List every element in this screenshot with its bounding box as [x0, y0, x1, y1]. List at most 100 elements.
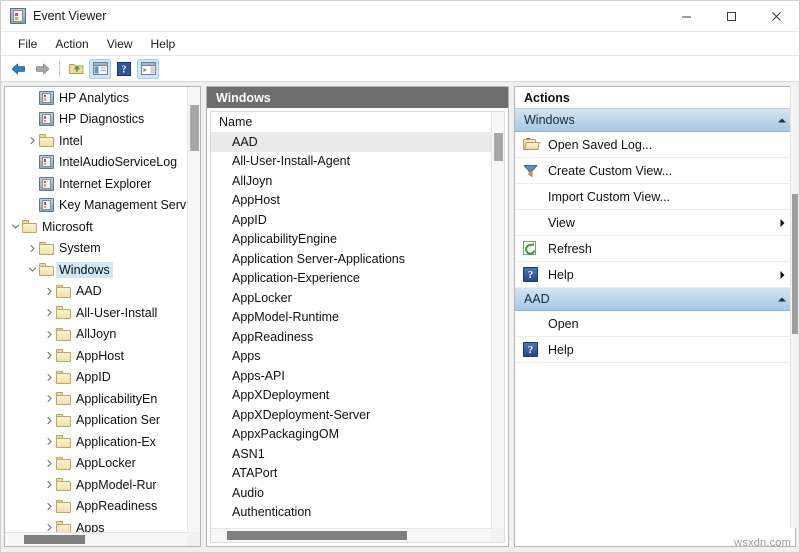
chevron-right-icon[interactable]: [43, 459, 56, 468]
list-item[interactable]: AppxPackagingOM: [211, 425, 491, 445]
list-item[interactable]: AppXDeployment: [211, 386, 491, 406]
list-item[interactable]: Authentication: [211, 503, 491, 523]
tree-item-appid[interactable]: AppID: [5, 367, 187, 389]
tree-item-appmodel-rur[interactable]: AppModel-Rur: [5, 474, 187, 496]
tree-vertical-scrollbar[interactable]: [187, 87, 200, 532]
menu-action[interactable]: Action: [46, 35, 97, 53]
maximize-button[interactable]: [709, 1, 754, 31]
tree-item-apps[interactable]: Apps: [5, 517, 187, 532]
help-icon[interactable]: ?: [113, 59, 135, 79]
close-button[interactable]: [754, 1, 799, 31]
tree-item-internet-explorer[interactable]: Internet Explorer: [5, 173, 187, 195]
menu-help[interactable]: Help: [142, 35, 185, 53]
tree-item-application-ser[interactable]: Application Ser: [5, 410, 187, 432]
tree-item-icon: [39, 263, 56, 276]
tree-item-windows[interactable]: Windows: [5, 259, 187, 281]
tree-item-hp-diagnostics[interactable]: HP Diagnostics: [5, 109, 187, 131]
menu-view[interactable]: View: [98, 35, 142, 53]
tree-item-applicabilityen[interactable]: ApplicabilityEn: [5, 388, 187, 410]
chevron-right-icon[interactable]: [43, 416, 56, 425]
tree-item-label: AppModel-Rur: [73, 477, 160, 493]
help-icon: ?: [523, 267, 538, 282]
list-vertical-scrollbar[interactable]: [491, 112, 504, 528]
list-item-label: Application Server-Applications: [232, 252, 405, 266]
action-item-open[interactable]: Open: [515, 311, 795, 337]
tree-item-microsoft[interactable]: Microsoft: [5, 216, 187, 238]
folder-icon: [39, 242, 55, 255]
folder-icon: [56, 435, 72, 448]
tree-item-aad[interactable]: AAD: [5, 281, 187, 303]
list-item[interactable]: Application Server-Applications: [211, 249, 491, 269]
tree-item-applocker[interactable]: AppLocker: [5, 453, 187, 475]
chevron-right-icon[interactable]: [43, 308, 56, 317]
actions-group-header-aad[interactable]: AAD: [515, 288, 795, 311]
list-item-label: All-User-Install-Agent: [232, 154, 350, 168]
tree-item-application-ex[interactable]: Application-Ex: [5, 431, 187, 453]
list-item[interactable]: AppLocker: [211, 288, 491, 308]
tree-item-alljoyn[interactable]: AllJoyn: [5, 324, 187, 346]
up-one-level-icon[interactable]: [65, 59, 87, 79]
actions-group-header-windows[interactable]: Windows: [515, 109, 795, 132]
tree-item-key-management-serv[interactable]: Key Management Serv: [5, 195, 187, 217]
list-item[interactable]: Apps: [211, 347, 491, 367]
chevron-up-icon[interactable]: [777, 296, 787, 303]
menu-file[interactable]: File: [9, 35, 46, 53]
actions-outer-scrollbar[interactable]: [790, 84, 798, 528]
chevron-right-icon[interactable]: [43, 523, 56, 532]
tree-item-system[interactable]: System: [5, 238, 187, 260]
list-item[interactable]: AAD: [211, 132, 491, 152]
action-item-refresh[interactable]: Refresh: [515, 236, 795, 262]
list-item[interactable]: AppReadiness: [211, 327, 491, 347]
action-item-help[interactable]: ?Help: [515, 337, 795, 363]
list-item[interactable]: Application-Experience: [211, 269, 491, 289]
chevron-right-icon[interactable]: [26, 136, 39, 145]
chevron-right-icon[interactable]: [43, 351, 56, 360]
tree-item-icon: [39, 198, 56, 212]
folder-icon: [56, 349, 72, 362]
action-item-create-custom-view[interactable]: Create Custom View...: [515, 158, 795, 184]
chevron-down-icon[interactable]: [26, 265, 39, 274]
list-item[interactable]: All-User-Install-Agent: [211, 152, 491, 172]
tree-item-hp-analytics[interactable]: HP Analytics: [5, 87, 187, 109]
chevron-right-icon[interactable]: [43, 394, 56, 403]
show-hide-action-pane-icon[interactable]: [137, 59, 159, 79]
forward-icon[interactable]: [31, 59, 53, 79]
tree-item-icon: [56, 328, 73, 341]
open-folder-icon: [523, 138, 539, 151]
list-horizontal-scrollbar[interactable]: [211, 528, 491, 542]
list-item[interactable]: AppModel-Runtime: [211, 308, 491, 328]
tree-item-intelaudioservicelog[interactable]: IntelAudioServiceLog: [5, 152, 187, 174]
chevron-right-icon[interactable]: [26, 244, 39, 253]
list-item[interactable]: AppHost: [211, 191, 491, 211]
chevron-right-icon[interactable]: [43, 287, 56, 296]
list-item[interactable]: AppXDeployment-Server: [211, 405, 491, 425]
list-item[interactable]: Apps-API: [211, 366, 491, 386]
tree-item-apphost[interactable]: AppHost: [5, 345, 187, 367]
action-item-import-custom-view[interactable]: Import Custom View...: [515, 184, 795, 210]
list-item[interactable]: ApplicabilityEngine: [211, 230, 491, 250]
tree-item-appreadiness[interactable]: AppReadiness: [5, 496, 187, 518]
chevron-up-icon[interactable]: [777, 117, 787, 124]
tree-horizontal-scrollbar[interactable]: [5, 532, 187, 546]
tree-item-intel[interactable]: Intel: [5, 130, 187, 152]
show-hide-console-tree-icon[interactable]: [89, 59, 111, 79]
chevron-right-icon[interactable]: [43, 330, 56, 339]
action-item-help[interactable]: ?Help: [515, 262, 795, 288]
chevron-right-icon[interactable]: [43, 437, 56, 446]
list-item[interactable]: AllJoyn: [211, 171, 491, 191]
chevron-right-icon[interactable]: [43, 373, 56, 382]
chevron-right-icon[interactable]: [43, 480, 56, 489]
list-item[interactable]: Audio: [211, 483, 491, 503]
minimize-button[interactable]: [664, 1, 709, 31]
list-item[interactable]: AppID: [211, 210, 491, 230]
action-item-view[interactable]: View: [515, 210, 795, 236]
column-header-name[interactable]: Name: [211, 112, 504, 132]
action-item-open-saved-log[interactable]: Open Saved Log...: [515, 132, 795, 158]
chevron-right-icon[interactable]: [43, 502, 56, 511]
event-viewer-icon: [10, 8, 26, 24]
back-icon[interactable]: [7, 59, 29, 79]
list-item[interactable]: ASN1: [211, 444, 491, 464]
tree-item-all-user-install[interactable]: All-User-Install: [5, 302, 187, 324]
list-item[interactable]: ATAPort: [211, 464, 491, 484]
chevron-down-icon[interactable]: [9, 222, 22, 231]
